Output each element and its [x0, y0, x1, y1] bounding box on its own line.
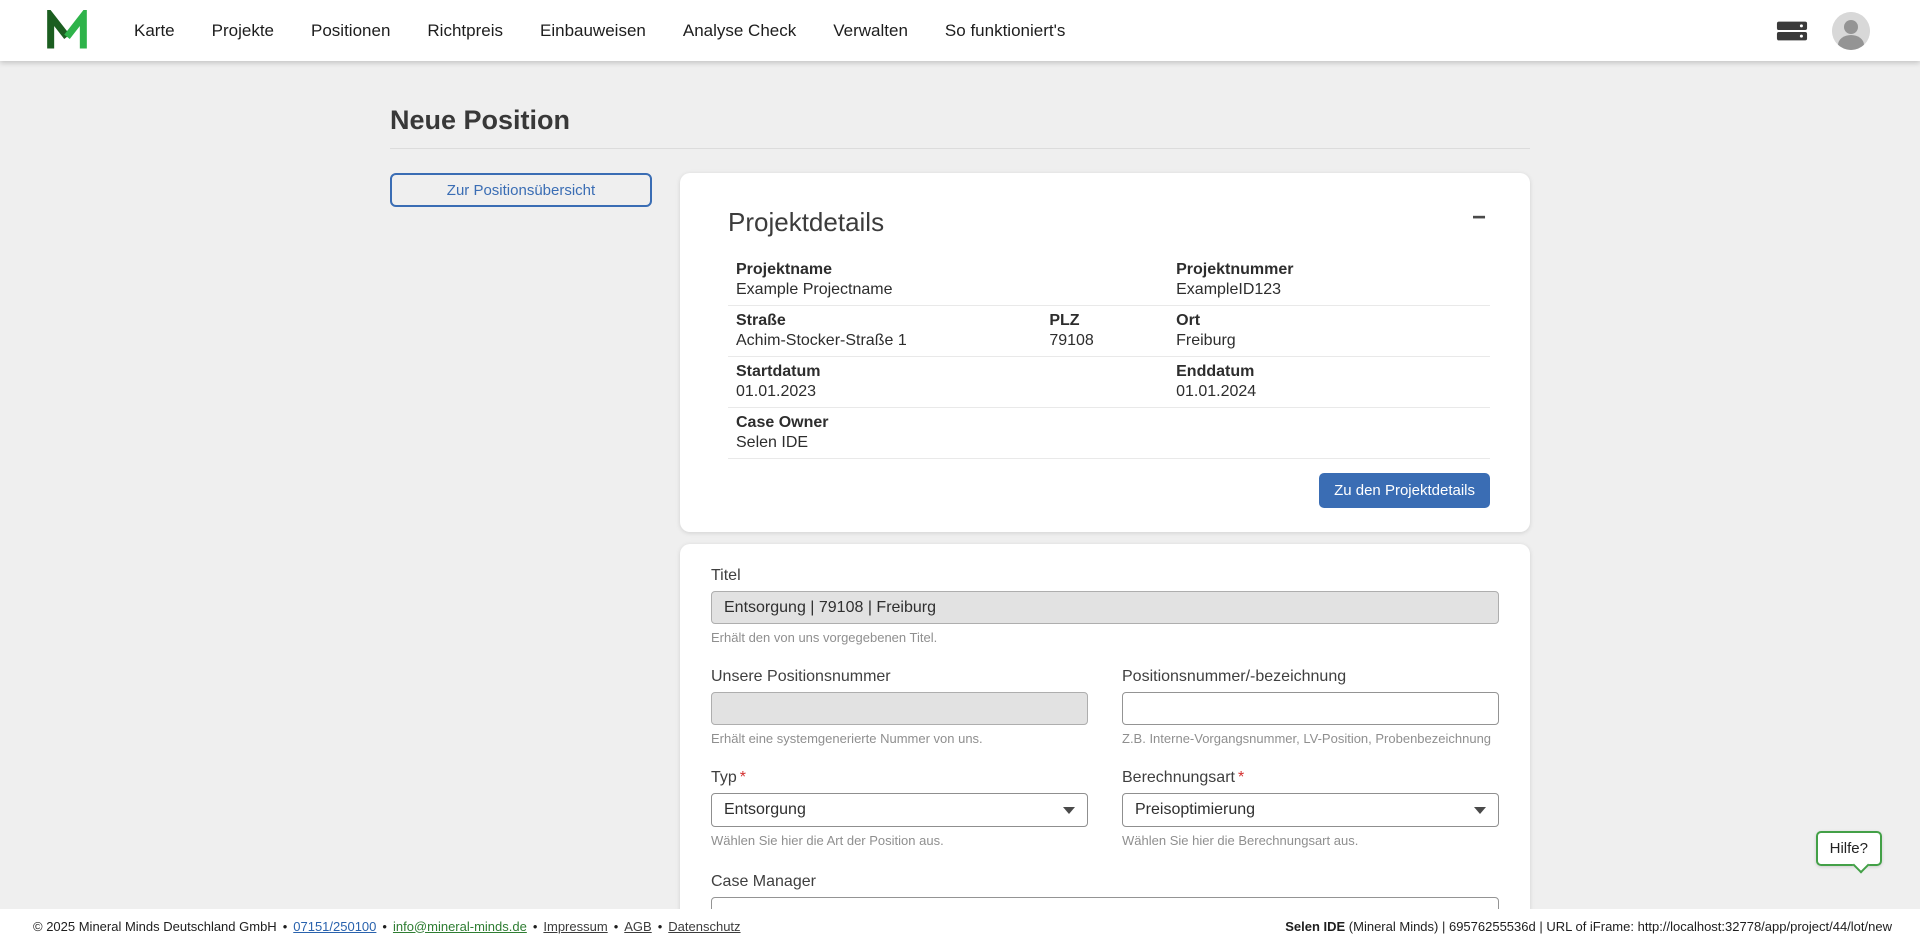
nav-item-verwalten[interactable]: Verwalten — [833, 21, 908, 41]
case-manager-label: Case Manager — [711, 873, 816, 890]
user-avatar[interactable] — [1832, 11, 1870, 50]
position-form-card: Titel Erhält den von uns vorgegebenen Ti… — [680, 544, 1530, 909]
positionsbezeichnung-input[interactable] — [1122, 692, 1499, 725]
footer-session-details: (Mineral Minds) | 69576255536d | URL of … — [1345, 918, 1892, 934]
collapse-button[interactable]: − — [1468, 206, 1490, 230]
caret-down-icon — [1063, 806, 1075, 814]
nav-item-projekte[interactable]: Projekte — [212, 21, 274, 41]
project-details-row: Straße Achim-Stocker-Straße 1 PLZ 79108 … — [728, 306, 1490, 357]
title-divider — [390, 148, 1530, 149]
page-title: Neue Position — [390, 105, 571, 135]
projektname-label: Projektname — [736, 261, 833, 278]
berechnungsart-label: Berechnungsart * — [1122, 768, 1499, 787]
separator: • — [613, 918, 619, 934]
required-marker: * — [739, 769, 747, 786]
agb-link[interactable]: AGB — [624, 919, 651, 934]
enddatum-value: 01.01.2024 — [1176, 383, 1257, 400]
project-details-row: Case Owner Selen IDE — [728, 408, 1490, 459]
case-manager-input[interactable] — [711, 897, 1499, 909]
plz-value: 79108 — [1049, 332, 1094, 349]
person-icon — [1832, 11, 1870, 50]
project-details-row: Startdatum 01.01.2023 Enddatum 01.01.202… — [728, 357, 1490, 408]
project-details-title: Projektdetails — [728, 207, 885, 237]
typ-select[interactable]: Entsorgung — [711, 793, 1088, 827]
separator: • — [382, 918, 387, 934]
impressum-link[interactable]: Impressum — [543, 919, 607, 934]
required-marker: * — [1237, 769, 1245, 786]
berechnungsart-select-value: Preisoptimierung — [1135, 801, 1256, 818]
positionsbezeichnung-label: Positionsnummer/-bezeichnung — [1122, 668, 1347, 685]
separator: • — [282, 918, 288, 934]
plz-label: PLZ — [1049, 312, 1080, 329]
footer: © 2025 Mineral Minds Deutschland GmbH • … — [0, 909, 1920, 943]
ort-label: Ort — [1176, 312, 1201, 329]
caret-down-icon — [1474, 806, 1486, 814]
startdatum-value: 01.01.2023 — [736, 383, 817, 400]
typ-label-text: Typ — [711, 769, 737, 786]
back-to-positions-button[interactable]: Zur Positionsübersicht — [390, 173, 652, 207]
project-details-fields: Projektname Example Projectname Projektn… — [728, 255, 1490, 459]
strasse-value: Achim-Stocker-Straße 1 — [736, 332, 907, 349]
enddatum-label: Enddatum — [1176, 363, 1255, 380]
go-to-project-details-button[interactable]: Zu den Projektdetails — [1319, 473, 1490, 508]
titel-label: Titel — [711, 567, 741, 584]
nav-item-einbauweisen[interactable]: Einbauweisen — [540, 21, 646, 41]
main-content: Neue Position Zur Positionsübersicht Pro… — [0, 61, 1920, 909]
help-button[interactable]: Hilfe? — [1815, 831, 1882, 866]
berechnungsart-select[interactable]: Preisoptimierung — [1122, 793, 1499, 827]
main-navigation: Karte Projekte Positionen Richtpreis Ein… — [134, 21, 1065, 41]
navbar: Karte Projekte Positionen Richtpreis Ein… — [0, 0, 1920, 61]
email-link[interactable]: info@mineral-minds.de — [393, 919, 527, 934]
case-owner-label: Case Owner — [736, 414, 829, 431]
positionsnummer-input — [711, 692, 1088, 725]
strasse-label: Straße — [736, 312, 786, 329]
projektname-value: Example Projectname — [736, 281, 893, 298]
nav-item-karte[interactable]: Karte — [134, 21, 175, 41]
positionsnummer-help-text: Erhält eine systemgenerierte Nummer von … — [711, 731, 983, 746]
logo[interactable] — [46, 9, 88, 52]
titel-help-text: Erhält den von uns vorgegebenen Titel. — [711, 630, 938, 645]
titel-input — [711, 591, 1499, 624]
footer-session-info: Selen IDE (Mineral Minds) | 69576255536d… — [1285, 919, 1892, 934]
ort-value: Freiburg — [1176, 332, 1236, 349]
copyright-text: © 2025 Mineral Minds Deutschland GmbH — [33, 918, 277, 934]
nav-item-positionen[interactable]: Positionen — [311, 21, 390, 41]
navbar-right — [1776, 11, 1870, 50]
typ-help-text: Wählen Sie hier die Art der Position aus… — [711, 833, 944, 848]
startdatum-label: Startdatum — [736, 363, 821, 380]
footer-left: © 2025 Mineral Minds Deutschland GmbH • … — [33, 919, 741, 934]
positionsnummer-label: Unsere Positionsnummer — [711, 668, 891, 685]
datenschutz-link[interactable]: Datenschutz — [668, 919, 740, 934]
nav-item-analyse-check[interactable]: Analyse Check — [683, 21, 796, 41]
berechnungsart-help-text: Wählen Sie hier die Berechnungsart aus. — [1122, 833, 1359, 848]
projektnummer-label: Projektnummer — [1176, 261, 1294, 278]
positionsbezeichnung-help-text: Z.B. Interne-Vorgangsnummer, LV-Position… — [1122, 731, 1492, 746]
nav-item-richtpreis[interactable]: Richtpreis — [427, 21, 503, 41]
case-owner-value: Selen IDE — [736, 434, 809, 451]
phone-link[interactable]: 07151/250100 — [293, 919, 376, 934]
project-details-card: Projektdetails − Projektname Example Pro… — [680, 173, 1530, 532]
server-icon[interactable] — [1776, 19, 1808, 43]
project-details-row: Projektname Example Projectname Projektn… — [728, 255, 1490, 306]
typ-label: Typ * — [711, 768, 1088, 787]
typ-select-value: Entsorgung — [724, 801, 806, 818]
separator: • — [657, 918, 663, 934]
footer-user-name: Selen IDE — [1285, 918, 1346, 934]
berechnungsart-label-text: Berechnungsart — [1122, 769, 1235, 786]
mineral-minds-logo-icon — [47, 9, 87, 48]
nav-item-so-funktionierts[interactable]: So funktioniert's — [945, 21, 1065, 41]
separator: • — [532, 918, 538, 934]
projektnummer-value: ExampleID123 — [1176, 281, 1282, 298]
